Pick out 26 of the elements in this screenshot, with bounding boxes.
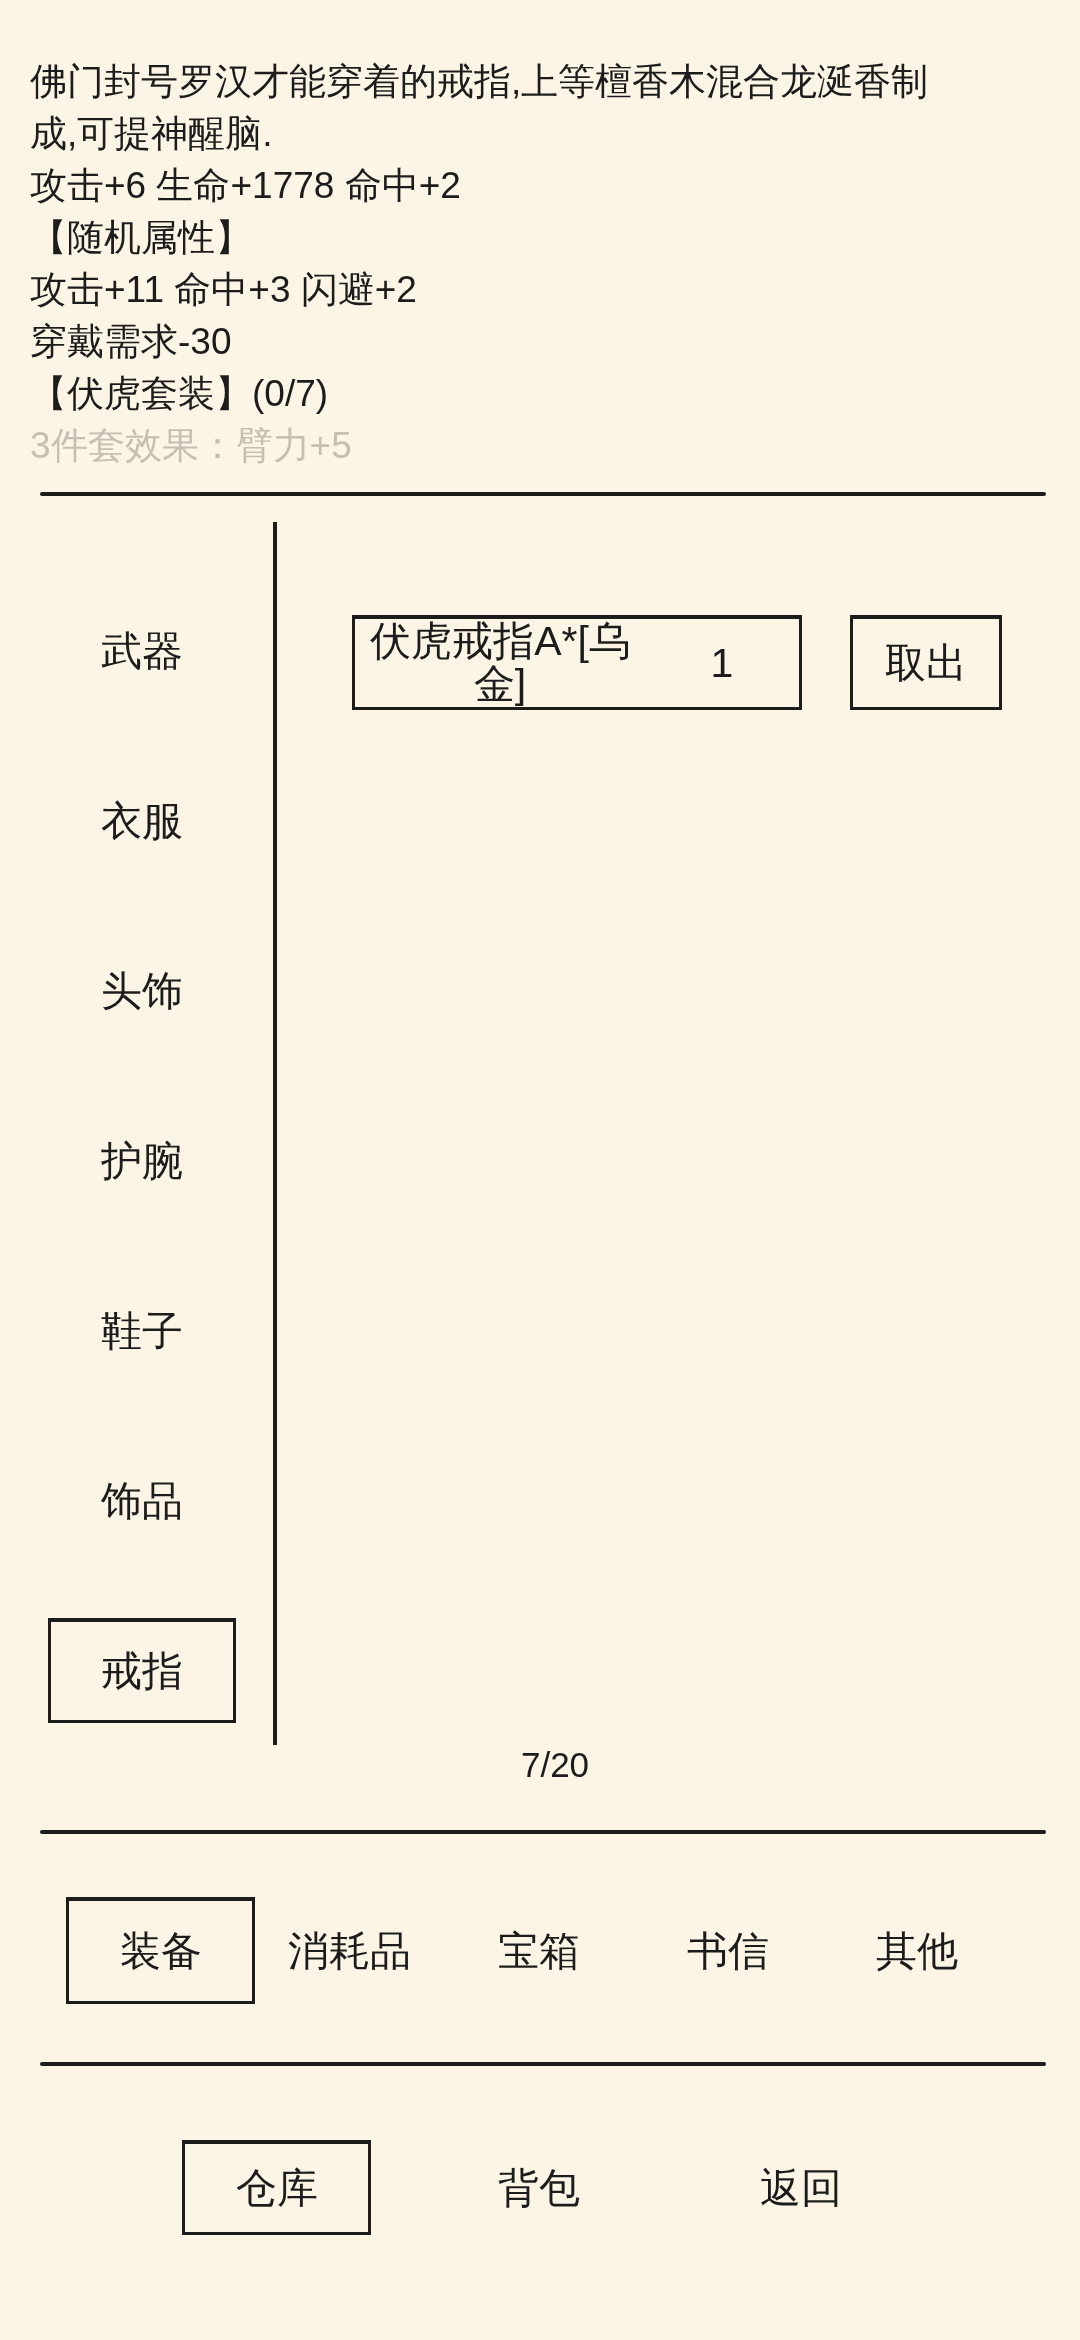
nav-button[interactable]: 返回 [706,2140,895,2235]
category-tab[interactable]: 头饰 [48,938,236,1043]
inventory-tab[interactable]: 装备 [66,1897,255,2004]
nav-button[interactable]: 仓库 [182,2140,371,2235]
inventory-tab[interactable]: 消耗品 [255,1897,444,2004]
inventory-tab[interactable]: 宝箱 [444,1897,633,2004]
description-line: 攻击+11 命中+3 闪避+2 [30,268,417,312]
category-tab[interactable]: 戒指 [48,1618,236,1723]
category-tab[interactable]: 衣服 [48,768,236,873]
inventory-tab[interactable]: 书信 [633,1897,822,2004]
item-slot[interactable]: 伏虎戒指A*[乌金] 1 [352,615,802,710]
item-count: 1 [709,641,735,685]
take-out-button[interactable]: 取出 [850,615,1002,710]
description-line: 攻击+6 生命+1778 命中+2 [30,164,461,208]
item-name: 伏虎戒指A*[乌金] [369,620,631,706]
description-line: 佛门封号罗汉才能穿着的戒指,上等檀香木混合龙涎香制成,可提神醒脑. [30,60,930,156]
category-tab[interactable]: 鞋子 [48,1278,236,1383]
nav-button[interactable]: 背包 [444,2140,633,2235]
inventory-tab[interactable]: 其他 [822,1897,1011,2004]
page-indicator: 7/20 [520,1745,590,1785]
description-line: 穿戴需求-30 [30,320,232,364]
category-tab[interactable]: 武器 [48,598,236,703]
description-line: 【伏虎套装】(0/7) [30,372,329,416]
description-line: 【随机属性】 [30,216,252,260]
category-tab[interactable]: 饰品 [48,1448,236,1553]
category-tab[interactable]: 护腕 [48,1108,236,1213]
